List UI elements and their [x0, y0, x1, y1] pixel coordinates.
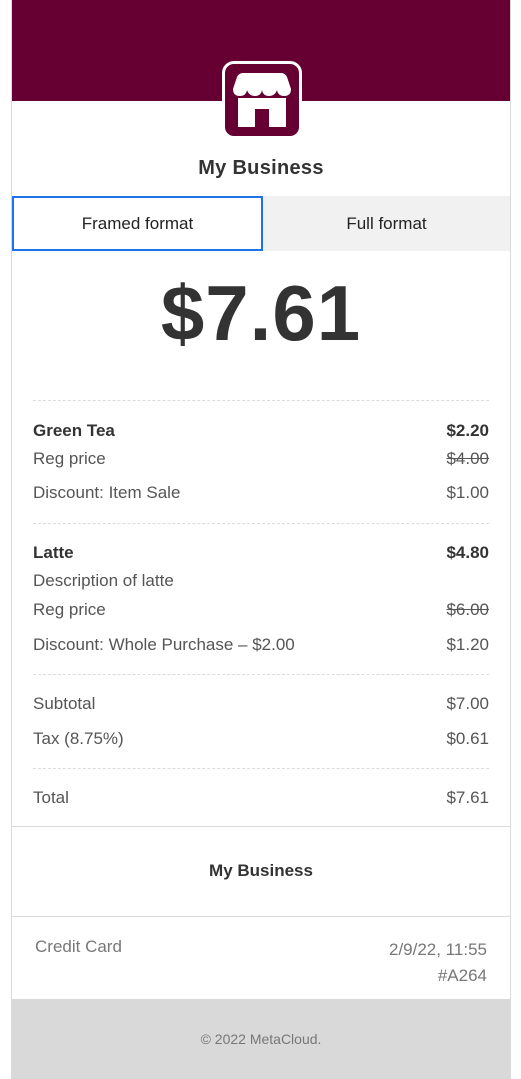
- divider: [33, 400, 489, 401]
- item-name: Latte: [33, 543, 74, 562]
- subtotal-row: Subtotal $7.00: [33, 694, 489, 714]
- line-item: Latte $4.80: [33, 543, 489, 563]
- business-logo: [222, 61, 302, 139]
- item-description: Description of latte: [33, 571, 174, 590]
- item-description-row: Description of latte: [33, 571, 489, 591]
- format-tabs: Framed format Full format: [12, 196, 510, 251]
- discount-amount: $1.00: [446, 483, 489, 502]
- total-value: $7.61: [446, 788, 489, 807]
- tab-framed-format[interactable]: Framed format: [12, 196, 263, 251]
- divider: [33, 674, 489, 675]
- total-row: Total $7.61: [33, 788, 489, 808]
- reg-price-value: $6.00: [446, 600, 489, 619]
- payment-meta: 2/9/22, 11:55 #A264: [389, 937, 487, 989]
- divider: [33, 523, 489, 524]
- total-amount: $7.61: [160, 269, 362, 357]
- subtotal-value: $7.00: [446, 694, 489, 713]
- reg-price-row: Reg price $4.00: [33, 449, 489, 469]
- reg-price-value: $4.00: [446, 449, 489, 468]
- discount-label: Discount: Whole Purchase – $2.00: [33, 635, 295, 654]
- payment-method: Credit Card: [35, 937, 122, 956]
- storefront-icon: [233, 73, 291, 127]
- discount-row: Discount: Item Sale $1.00: [33, 483, 489, 503]
- divider: [12, 916, 510, 917]
- discount-row: Discount: Whole Purchase – $2.00 $1.20: [33, 635, 489, 655]
- item-price: $4.80: [446, 543, 489, 562]
- divider: [33, 768, 489, 769]
- order-id: #A264: [437, 966, 487, 985]
- item-name: Green Tea: [33, 421, 115, 440]
- tax-value: $0.61: [446, 729, 489, 748]
- receipt: My Business Framed format Full format $7…: [11, 0, 511, 1079]
- tab-full-format[interactable]: Full format: [263, 196, 510, 251]
- footer-business-name: My Business: [209, 861, 313, 880]
- tax-row: Tax (8.75%) $0.61: [33, 729, 489, 749]
- total-label: Total: [33, 788, 69, 807]
- copyright-text: © 2022 MetaCloud.: [200, 1031, 322, 1047]
- reg-price-row: Reg price $6.00: [33, 600, 489, 620]
- item-price: $2.20: [446, 421, 489, 440]
- reg-price-label: Reg price: [33, 600, 106, 619]
- subtotal-label: Subtotal: [33, 694, 96, 713]
- copyright-footer: © 2022 MetaCloud.: [12, 999, 510, 1079]
- line-item: Green Tea $2.20: [33, 421, 489, 441]
- tax-label: Tax (8.75%): [33, 729, 124, 748]
- order-datetime: 2/9/22, 11:55: [389, 940, 487, 959]
- business-name: My Business: [198, 157, 324, 179]
- divider: [12, 826, 510, 827]
- discount-amount: $1.20: [446, 635, 489, 654]
- discount-label: Discount: Item Sale: [33, 483, 181, 502]
- reg-price-label: Reg price: [33, 449, 106, 468]
